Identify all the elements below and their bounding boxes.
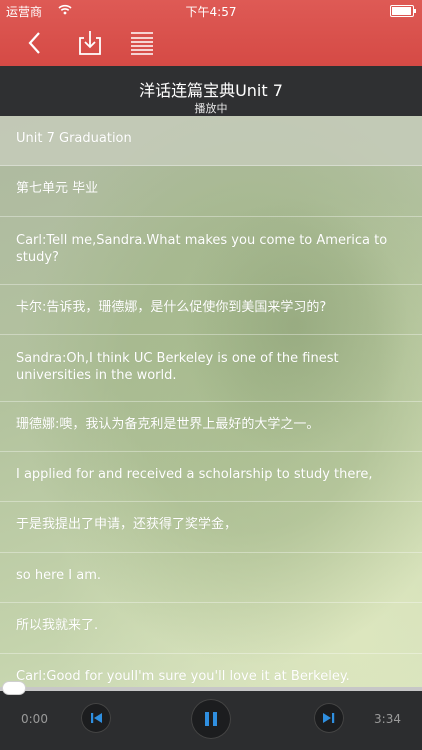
lyric-line[interactable]: Carl:Good for youlI'm sure you'll love i…	[0, 654, 422, 691]
next-icon	[323, 713, 335, 723]
lyric-text: Sandra:Oh,I think UC Berkeley is one of …	[16, 351, 339, 383]
previous-icon	[91, 713, 102, 723]
list-icon	[131, 32, 153, 55]
lyric-text: 珊德娜:噢，我认为备克利是世界上最好的大学之一。	[16, 417, 320, 432]
download-icon	[79, 31, 101, 55]
progress-knob[interactable]	[2, 681, 26, 695]
back-button[interactable]	[18, 26, 54, 62]
top-toolbar: 运营商 下午4:57	[0, 0, 422, 66]
lyric-text: Carl:Good for youlI'm sure you'll love i…	[16, 669, 350, 684]
lyric-text: 卡尔:告诉我，珊德娜，是什么促使你到美国来学习的?	[16, 300, 327, 315]
battery-icon	[390, 5, 416, 17]
previous-button[interactable]	[81, 703, 111, 733]
screen: 运营商 下午4:57 洋话连篇宝典Unit 7 播放中 Unit 7 Gradu…	[0, 0, 422, 750]
status-time: 下午4:57	[185, 5, 237, 19]
lyric-line[interactable]: so here I am.	[0, 553, 422, 603]
lyric-text: Unit 7 Graduation	[16, 131, 132, 146]
lyric-line[interactable]: 于是我提出了申请，还获得了奖学金，	[0, 502, 422, 553]
lyric-text: 于是我提出了申请，还获得了奖学金，	[16, 517, 238, 532]
lyric-line[interactable]: 所以我就来了.	[0, 603, 422, 654]
lyrics-list[interactable]: Unit 7 Graduation 第七单元 毕业 Carl:Tell me,S…	[0, 116, 422, 691]
lyric-line-current[interactable]: Unit 7 Graduation	[0, 116, 422, 166]
lyric-line[interactable]: Sandra:Oh,I think UC Berkeley is one of …	[0, 335, 422, 402]
lyric-text: 第七单元 毕业	[16, 181, 99, 196]
lyric-text: 所以我就来了.	[16, 618, 99, 633]
total-time: 3:34	[374, 712, 401, 726]
download-button[interactable]	[72, 26, 108, 62]
next-button[interactable]	[314, 703, 344, 733]
current-time: 0:00	[21, 712, 48, 726]
lyric-line[interactable]: Carl:Tell me,Sandra.What makes you come …	[0, 217, 422, 285]
status-bar: 运营商 下午4:57	[0, 0, 422, 22]
playback-status: 播放中	[194, 102, 228, 115]
title-bar: 洋话连篇宝典Unit 7 播放中	[0, 66, 422, 116]
lyric-line[interactable]: I applied for and received a scholarship…	[0, 452, 422, 502]
playlist-button[interactable]	[124, 26, 160, 62]
lyric-line[interactable]: 珊德娜:噢，我认为备克利是世界上最好的大学之一。	[0, 402, 422, 452]
lyric-text: I applied for and received a scholarship…	[16, 467, 373, 482]
lyric-line[interactable]: 卡尔:告诉我，珊德娜，是什么促使你到美国来学习的?	[0, 285, 422, 335]
lyric-text: Carl:Tell me,Sandra.What makes you come …	[16, 233, 388, 265]
pause-button[interactable]	[191, 699, 231, 739]
page-title: 洋话连篇宝典Unit 7	[139, 81, 283, 100]
back-icon	[28, 32, 40, 54]
lyric-line[interactable]: 第七单元 毕业	[0, 166, 422, 217]
progress-bar[interactable]	[0, 687, 422, 691]
pause-icon	[205, 712, 217, 726]
lyric-text: so here I am.	[16, 568, 102, 583]
